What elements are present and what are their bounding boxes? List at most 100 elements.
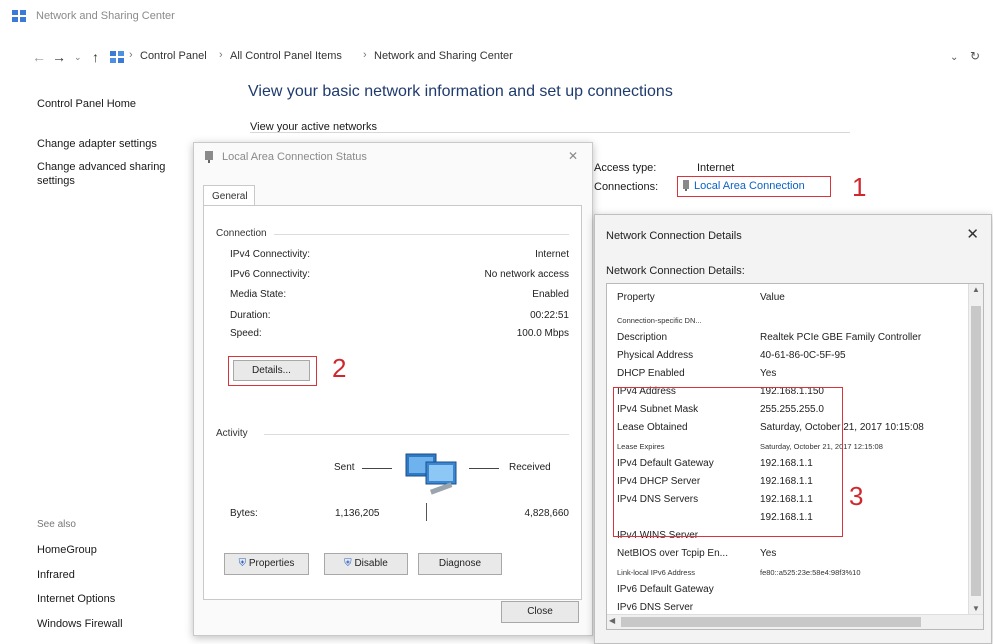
horizontal-scrollbar[interactable]: ◀	[607, 614, 983, 629]
media-state-label: Media State:	[230, 289, 287, 300]
close-icon[interactable]: ✕	[568, 149, 578, 163]
breadcrumb-network-center[interactable]: Network and Sharing Center	[374, 50, 513, 62]
windows-firewall-link[interactable]: Windows Firewall	[37, 617, 123, 631]
address-bar: ← → ⌄ ↑ › Control Panel › All Control Pa…	[0, 44, 993, 70]
divider	[264, 434, 569, 435]
speed-label: Speed:	[230, 328, 262, 339]
received-line	[469, 468, 499, 469]
connection-status-dialog: Local Area Connection Status ✕ General C…	[193, 142, 593, 636]
connection-group-title: Connection	[216, 228, 267, 239]
column-header-property[interactable]: Property	[617, 292, 655, 303]
ethernet-icon	[683, 180, 689, 191]
ipv4-connectivity-label: IPv4 Connectivity:	[230, 249, 311, 260]
properties-button[interactable]: ⛨ Properties	[224, 553, 309, 575]
scrollbar-thumb[interactable]	[971, 306, 981, 596]
media-state-value: Enabled	[532, 289, 569, 300]
scrollbar-thumb[interactable]	[621, 617, 921, 627]
detail-value: Yes	[760, 548, 777, 559]
recent-dropdown-icon[interactable]: ⌄	[74, 52, 82, 63]
speed-value: 100.0 Mbps	[516, 328, 569, 339]
see-also-title: See also	[37, 519, 76, 530]
details-subtitle: Network Connection Details:	[606, 265, 745, 277]
annotation-number-1: 1	[852, 172, 867, 202]
page-heading: View your basic network information and …	[248, 83, 673, 100]
column-header-value[interactable]: Value	[760, 292, 785, 303]
control-panel-home-link[interactable]: Control Panel Home	[37, 97, 136, 111]
general-pane: Connection IPv4 Connectivity: Internet I…	[203, 205, 582, 600]
scroll-left-icon[interactable]: ◀	[609, 616, 615, 625]
detail-property: NetBIOS over Tcpip En...	[617, 548, 728, 559]
window-titlebar: Network and Sharing Center	[0, 0, 993, 32]
divider	[426, 503, 427, 521]
annotation-box-3	[613, 387, 843, 537]
annotation-number-2: 2	[332, 353, 347, 383]
internet-options-link[interactable]: Internet Options	[37, 592, 115, 606]
access-type-value: Internet	[697, 162, 735, 174]
breadcrumb-separator-icon: ›	[129, 49, 133, 61]
forward-arrow-icon[interactable]: →	[52, 49, 66, 65]
change-advanced-sharing-link[interactable]: Change advanced sharing settings	[37, 160, 192, 188]
shield-icon: ⛨	[238, 558, 247, 569]
detail-property: DHCP Enabled	[617, 368, 685, 379]
bytes-sent-value: 1,136,205	[335, 508, 380, 519]
sent-line	[362, 468, 392, 469]
local-area-connection-link[interactable]: Local Area Connection	[694, 180, 805, 192]
close-icon[interactable]: ✕	[966, 225, 979, 243]
refresh-icon[interactable]: ↻	[970, 49, 980, 63]
detail-property: Description	[617, 332, 668, 343]
activity-group-title: Activity	[216, 428, 248, 439]
detail-property: IPv6 Default Gateway	[617, 584, 714, 595]
received-label: Received	[509, 462, 551, 473]
network-center-icon	[12, 10, 26, 22]
address-dropdown-icon[interactable]: ⌄	[950, 52, 958, 63]
disable-button[interactable]: ⛨ Disable	[324, 553, 408, 575]
ethernet-icon	[205, 151, 213, 163]
divider	[274, 234, 569, 235]
divider	[250, 132, 850, 133]
scroll-up-icon[interactable]: ▲	[972, 285, 980, 294]
dialog-title: Local Area Connection Status	[222, 151, 367, 163]
detail-property: IPv6 DNS Server	[617, 602, 694, 613]
shield-icon: ⛨	[344, 558, 352, 569]
sent-label: Sent	[334, 462, 355, 473]
duration-label: Duration:	[230, 310, 271, 321]
bytes-received-value: 4,828,660	[524, 508, 570, 519]
detail-value: 40-61-86-0C-5F-95	[760, 350, 846, 361]
diagnose-button[interactable]: Diagnose	[418, 553, 502, 575]
control-panel-icon	[110, 51, 124, 63]
detail-property: Connection-specific DN...	[617, 316, 702, 325]
annotation-number-3: 3	[849, 481, 864, 511]
breadcrumb-all-items[interactable]: All Control Panel Items	[230, 50, 342, 62]
access-type-label: Access type:	[594, 162, 657, 174]
infrared-link[interactable]: Infrared	[37, 568, 75, 582]
duration-value: 00:22:51	[530, 310, 569, 321]
change-adapter-settings-link[interactable]: Change adapter settings	[37, 137, 157, 151]
breadcrumb-separator-icon: ›	[363, 49, 367, 61]
ipv4-connectivity-value: Internet	[535, 249, 569, 260]
details-button[interactable]: Details...	[233, 360, 310, 381]
bytes-label: Bytes:	[230, 508, 258, 519]
breadcrumb-control-panel[interactable]: Control Panel	[140, 50, 207, 62]
scroll-down-icon[interactable]: ▼	[972, 604, 980, 613]
tab-general[interactable]: General	[203, 185, 255, 205]
connection-details-dialog: Network Connection Details ✕ Network Con…	[594, 214, 992, 644]
detail-value: Yes	[760, 368, 777, 379]
window-title: Network and Sharing Center	[36, 10, 175, 22]
dialog-title: Network Connection Details	[606, 230, 742, 242]
network-computers-icon	[405, 453, 457, 495]
vertical-scrollbar[interactable]: ▲ ▼	[968, 284, 983, 614]
back-arrow-icon[interactable]: ←	[32, 49, 46, 65]
disable-button-label: Disable	[354, 558, 388, 569]
detail-value: fe80::a525:23e:58e4:98f3%10	[760, 568, 861, 577]
connections-label: Connections:	[594, 181, 659, 193]
detail-value: Realtek PCIe GBE Family Controller	[760, 332, 922, 343]
homegroup-link[interactable]: HomeGroup	[37, 543, 97, 557]
breadcrumb-separator-icon: ›	[219, 49, 223, 61]
up-arrow-icon[interactable]: ↑	[92, 49, 99, 65]
ipv6-connectivity-label: IPv6 Connectivity:	[230, 269, 311, 280]
properties-button-label: Properties	[248, 558, 295, 569]
detail-property: Link-local IPv6 Address	[617, 568, 695, 577]
close-button[interactable]: Close	[501, 601, 579, 623]
ipv6-connectivity-value: No network access	[484, 269, 569, 280]
detail-property: Physical Address	[617, 350, 694, 361]
